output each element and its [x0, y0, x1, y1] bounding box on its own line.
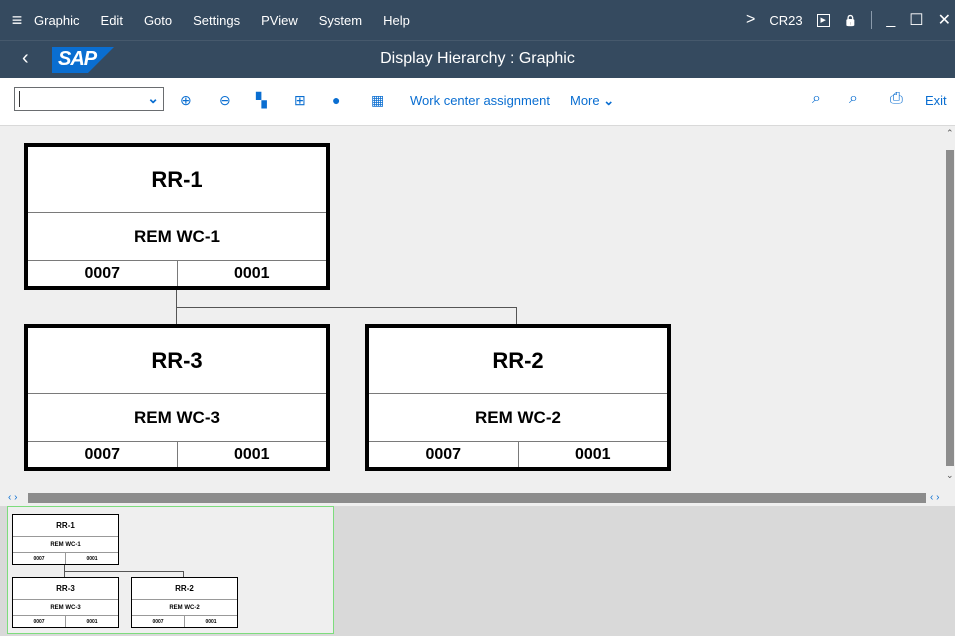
node-left-code: 0007: [28, 261, 178, 286]
mini-node-work-center: REM WC-2: [132, 600, 237, 616]
menu-edit[interactable]: Edit: [101, 13, 123, 28]
connector-line: [176, 307, 517, 308]
menu-help[interactable]: Help: [383, 13, 410, 28]
menu-system[interactable]: System: [319, 13, 362, 28]
node-work-center: REM WC-1: [28, 213, 326, 261]
view-dropdown[interactable]: ⌄: [14, 87, 164, 111]
mini-node-work-center: REM WC-3: [13, 600, 118, 616]
expand-arrow-icon[interactable]: >: [746, 11, 755, 29]
zoom-in-icon[interactable]: ⊕: [180, 92, 192, 109]
node-id: RR-2: [369, 328, 667, 394]
mini-node-right-code: 0001: [205, 618, 217, 625]
hierarchy-node[interactable]: RR-1 REM WC-1 0007 0001: [24, 143, 330, 290]
more-chevron-icon: ⌄: [603, 93, 615, 108]
mini-node-id: RR-3: [13, 578, 118, 600]
hierarchy-node[interactable]: RR-3 REM WC-3 0007 0001: [24, 324, 330, 471]
toolbar: ⌄ ⊕ ⊖ ▚ ⊞ ● ▦ Work center assignment Mor…: [0, 78, 955, 126]
vertical-scroll-thumb[interactable]: [946, 150, 954, 466]
search-next-icon[interactable]: ⌕: [849, 90, 858, 108]
mini-node-left-code: 0007: [13, 616, 66, 627]
node-left-code: 0007: [28, 442, 178, 467]
hamburger-menu-icon[interactable]: ≡: [0, 10, 34, 31]
mini-node-footer: 0007 0001: [132, 616, 237, 627]
node-id: RR-1: [28, 147, 326, 213]
mini-node-id: RR-1: [13, 515, 118, 537]
node-right-code: 0001: [233, 445, 270, 463]
mini-node-left-code: 0007: [132, 616, 185, 627]
transaction-code: CR23: [769, 12, 803, 28]
zoom-out-icon[interactable]: ⊖: [219, 92, 231, 109]
print-icon[interactable]: ⎙: [890, 90, 903, 108]
node-id: RR-3: [28, 328, 326, 394]
horizontal-scroll-thumb[interactable]: [28, 493, 926, 503]
mini-node-id: RR-2: [132, 578, 237, 600]
mini-node-right-code: 0001: [86, 555, 98, 562]
node-right-code: 0001: [233, 264, 270, 282]
scroll-left-right-icon[interactable]: ‹ ›: [8, 492, 17, 503]
mini-connector-line: [64, 571, 184, 572]
hierarchy-node[interactable]: RR-2 REM WC-2 0007 0001: [365, 324, 671, 471]
scroll-left-right-icon[interactable]: ‹ ›: [930, 492, 939, 503]
search-icon[interactable]: ⌕: [812, 90, 821, 108]
mini-node[interactable]: RR-1 REM WC-1 0007 0001: [12, 514, 119, 565]
calculator-icon[interactable]: ▦: [371, 92, 384, 109]
mini-node-right-code: 0001: [86, 618, 98, 625]
scroll-down-icon[interactable]: ⌄: [946, 470, 954, 481]
vertical-scrollbar[interactable]: ⌃ ⌄: [945, 126, 955, 490]
node-footer: 0007 0001: [28, 442, 326, 467]
layout-icon[interactable]: ▚: [256, 92, 267, 109]
menu-goto[interactable]: Goto: [144, 13, 172, 28]
text-cursor: [19, 91, 20, 107]
lock-icon[interactable]: 🔒: [844, 14, 858, 27]
menu-pview[interactable]: PView: [261, 13, 298, 28]
mini-node-left-code: 0007: [13, 553, 66, 564]
mini-node[interactable]: RR-3 REM WC-3 0007 0001: [12, 577, 119, 628]
close-icon[interactable]: ✕: [938, 10, 951, 30]
node-left-code: 0007: [369, 442, 519, 467]
node-work-center: REM WC-3: [28, 394, 326, 442]
menu-separator: [871, 11, 873, 29]
work-center-assignment-button[interactable]: Work center assignment: [410, 93, 550, 108]
sap-window: ≡ Graphic Edit Goto Settings PView Syste…: [0, 0, 955, 636]
more-label: More: [570, 93, 600, 108]
page-title: Display Hierarchy : Graphic: [380, 50, 575, 67]
menu-graphic[interactable]: Graphic: [34, 13, 80, 28]
grid-layout-icon[interactable]: ⊞: [294, 92, 306, 109]
mini-node[interactable]: RR-2 REM WC-2 0007 0001: [131, 577, 238, 628]
overview-navigator[interactable]: RR-1 REM WC-1 0007 0001 RR-3 REM WC-3 00…: [7, 506, 334, 634]
hat-icon[interactable]: ●: [332, 92, 340, 108]
mini-node-footer: 0007 0001: [13, 553, 118, 564]
menu-bar: ≡ Graphic Edit Goto Settings PView Syste…: [0, 0, 955, 40]
maximize-icon[interactable]: ☐: [909, 10, 923, 30]
mini-node-footer: 0007 0001: [13, 616, 118, 627]
run-icon[interactable]: ▶: [816, 13, 830, 27]
menu-right-group: > CR23 ▶ 🔒 _ ☐ ✕: [746, 0, 955, 40]
hierarchy-canvas[interactable]: RR-1 REM WC-1 0007 0001 RR-3 REM WC-3 00…: [0, 126, 945, 490]
minimize-icon[interactable]: _: [886, 11, 895, 29]
node-footer: 0007 0001: [369, 442, 667, 467]
exit-button[interactable]: Exit: [925, 93, 947, 108]
title-bar: ‹ SAP Display Hierarchy : Graphic: [0, 40, 955, 78]
scroll-up-icon[interactable]: ⌃: [946, 128, 954, 139]
chevron-down-icon[interactable]: ⌄: [147, 90, 159, 107]
menu-settings[interactable]: Settings: [193, 13, 240, 28]
node-right-code: 0001: [574, 445, 611, 463]
node-footer: 0007 0001: [28, 261, 326, 286]
mini-node-work-center: REM WC-1: [13, 537, 118, 553]
more-button[interactable]: More ⌄: [570, 93, 614, 109]
horizontal-scrollbar[interactable]: ‹ › ‹ ›: [0, 490, 955, 506]
connector-line: [516, 307, 517, 324]
node-work-center: REM WC-2: [369, 394, 667, 442]
